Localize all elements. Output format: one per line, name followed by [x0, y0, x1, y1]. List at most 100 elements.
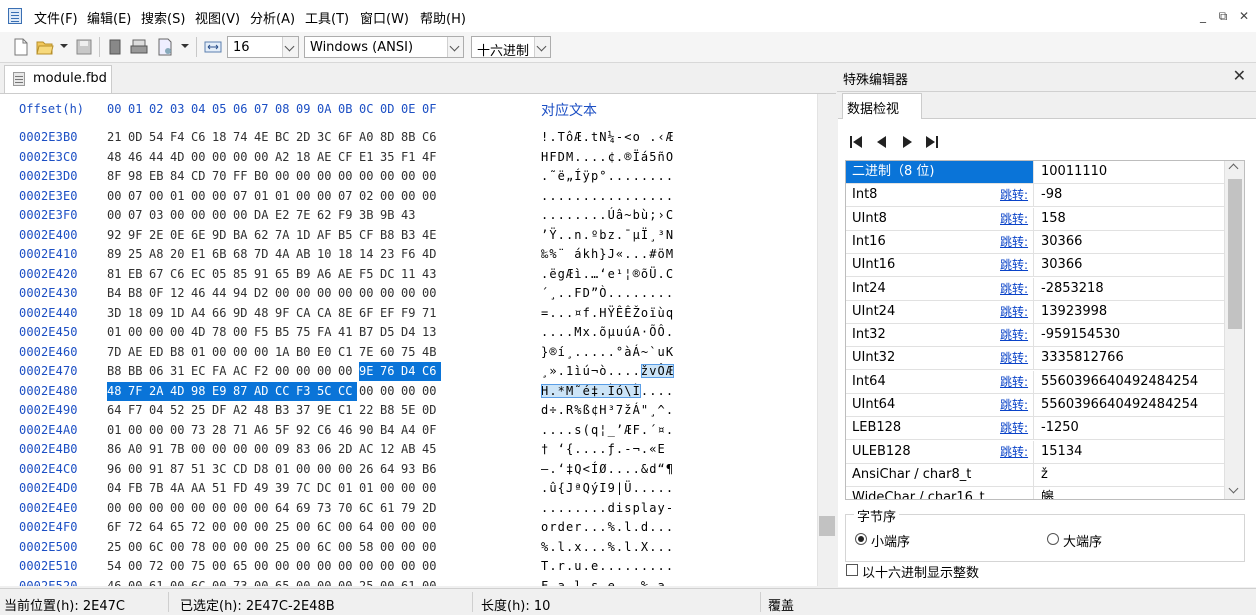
- close-icon[interactable]: ✕: [1233, 66, 1246, 85]
- hex-byte[interactable]: F4: [170, 128, 189, 147]
- hex-byte[interactable]: 00: [191, 148, 210, 167]
- hex-byte[interactable]: D4: [401, 323, 420, 342]
- hex-byte[interactable]: 6F: [359, 304, 378, 323]
- hex-byte[interactable]: 00: [296, 284, 315, 303]
- inspector-scrollbar[interactable]: [1224, 161, 1244, 499]
- hex-byte[interactable]: 7B: [170, 440, 189, 459]
- hex-byte[interactable]: 6F: [338, 128, 357, 147]
- hex-byte[interactable]: 00: [275, 557, 294, 576]
- hex-byte[interactable]: 93: [401, 460, 420, 479]
- row-text[interactable]: ................: [541, 187, 674, 206]
- hex-byte[interactable]: 18: [128, 304, 147, 323]
- hex-byte[interactable]: B3: [401, 226, 420, 245]
- hex-byte[interactable]: 91: [254, 265, 273, 284]
- hex-byte[interactable]: 0E: [170, 226, 189, 245]
- inspector-row[interactable]: Int32 跳转: -959154530: [846, 324, 1226, 348]
- hex-byte[interactable]: 3B: [359, 206, 378, 225]
- inspector-row[interactable]: ULEB128 跳转: 15134: [846, 440, 1226, 464]
- hex-byte[interactable]: 8B: [401, 128, 420, 147]
- hex-byte[interactable]: 64: [107, 401, 126, 420]
- hex-byte[interactable]: 00: [254, 577, 273, 587]
- inspector-row[interactable]: 二进制（8 位) 10011110: [846, 161, 1226, 184]
- hex-byte[interactable]: 8F: [107, 167, 126, 186]
- hex-byte[interactable]: 5F: [275, 421, 294, 440]
- row-text[interactable]: ‰%¨ ákh}J«...#öM: [541, 245, 674, 264]
- hex-byte[interactable]: 00: [401, 382, 420, 401]
- hex-byte[interactable]: 54: [107, 557, 126, 576]
- first-icon[interactable]: [848, 134, 864, 150]
- hex-byte[interactable]: 61: [380, 499, 399, 518]
- row-text[interactable]: ........display-: [541, 499, 674, 518]
- row-text[interactable]: ....s(q¦_’ÆF.´¤.: [541, 421, 674, 440]
- hex-byte[interactable]: 01: [107, 323, 126, 342]
- hex-byte[interactable]: 6C: [317, 538, 336, 557]
- hex-byte[interactable]: A6: [317, 265, 336, 284]
- hex-byte[interactable]: 00: [128, 323, 147, 342]
- hex-byte[interactable]: 00: [296, 167, 315, 186]
- hex-byte[interactable]: 9F: [275, 304, 294, 323]
- file-tab[interactable]: module.fbd: [4, 65, 112, 93]
- hex-byte[interactable]: 07: [128, 187, 147, 206]
- hex-byte[interactable]: 4A: [170, 479, 189, 498]
- hex-byte[interactable]: BC: [275, 128, 294, 147]
- hex-byte[interactable]: 44: [149, 148, 168, 167]
- hex-byte[interactable]: 9B: [380, 206, 399, 225]
- bytes-per-row-select[interactable]: 16: [227, 36, 299, 58]
- hex-byte[interactable]: 12: [170, 284, 189, 303]
- hex-byte[interactable]: 6B: [212, 245, 231, 264]
- menu-help[interactable]: 帮助(H): [420, 8, 466, 27]
- hex-byte[interactable]: AB: [401, 440, 420, 459]
- hex-byte[interactable]: 78: [212, 323, 231, 342]
- hex-byte[interactable]: B7: [359, 323, 378, 342]
- menu-edit[interactable]: 编辑(E): [87, 8, 131, 27]
- hex-byte[interactable]: 00: [422, 518, 441, 537]
- hex-byte[interactable]: 00: [254, 148, 273, 167]
- close-window-icon[interactable]: ✕: [1235, 7, 1253, 25]
- hex-byte[interactable]: 86: [107, 440, 126, 459]
- hex-byte[interactable]: 00: [128, 421, 147, 440]
- inspector-row[interactable]: UInt32 跳转: 3335812766: [846, 347, 1226, 371]
- hex-byte[interactable]: 00: [317, 557, 336, 576]
- hex-byte[interactable]: 70: [338, 499, 357, 518]
- hex-byte[interactable]: 45: [422, 440, 441, 459]
- hex-byte[interactable]: 68: [233, 245, 252, 264]
- scrollbar-thumb[interactable]: [819, 516, 835, 536]
- hex-byte[interactable]: 02: [359, 187, 378, 206]
- hex-byte[interactable]: DC: [380, 265, 399, 284]
- menu-file[interactable]: 文件(F): [34, 8, 78, 27]
- hex-byte[interactable]: 00: [191, 206, 210, 225]
- hex-scrollbar[interactable]: [817, 94, 836, 586]
- hex-byte[interactable]: 26: [359, 460, 378, 479]
- jump-link[interactable]: 跳转:: [1000, 417, 1028, 439]
- hex-byte[interactable]: 96: [107, 460, 126, 479]
- hex-byte[interactable]: 66: [212, 304, 231, 323]
- hex-byte[interactable]: 00: [170, 499, 189, 518]
- minimize-icon[interactable]: _: [1194, 7, 1212, 25]
- row-text[interactable]: ¸».1ìú¬ò....žvÔÆ: [541, 362, 675, 381]
- hex-byte[interactable]: 00: [170, 557, 189, 576]
- hex-byte[interactable]: 00: [191, 187, 210, 206]
- hex-byte[interactable]: 4D: [422, 245, 441, 264]
- hex-byte[interactable]: 00: [401, 167, 420, 186]
- hex-byte[interactable]: 87: [170, 460, 189, 479]
- hex-byte[interactable]: 92: [107, 226, 126, 245]
- hex-byte[interactable]: EB: [149, 167, 168, 186]
- hex-byte[interactable]: 5E: [401, 401, 420, 420]
- inspector-value[interactable]: 5560396640492484254: [1041, 371, 1198, 393]
- hex-byte[interactable]: 18: [212, 128, 231, 147]
- hex-byte[interactable]: 7B: [149, 479, 168, 498]
- hex-byte[interactable]: 25: [275, 538, 294, 557]
- chevron-down-icon[interactable]: [282, 37, 298, 57]
- jump-link[interactable]: 跳转:: [1000, 394, 1028, 416]
- jump-link[interactable]: 跳转:: [1000, 347, 1028, 369]
- hex-byte[interactable]: 00: [107, 206, 126, 225]
- inspector-value[interactable]: ž: [1041, 464, 1048, 486]
- hex-byte[interactable]: FB: [128, 479, 147, 498]
- hex-byte[interactable]: 46: [107, 577, 126, 587]
- inspector-row[interactable]: UInt64 跳转: 5560396640492484254: [846, 394, 1226, 417]
- hex-byte[interactable]: 31: [170, 362, 189, 381]
- inspector-value[interactable]: 13923998: [1041, 301, 1107, 323]
- hex-byte[interactable]: A2: [275, 148, 294, 167]
- hex-byte[interactable]: 3C: [212, 460, 231, 479]
- hex-byte[interactable]: F5: [254, 323, 273, 342]
